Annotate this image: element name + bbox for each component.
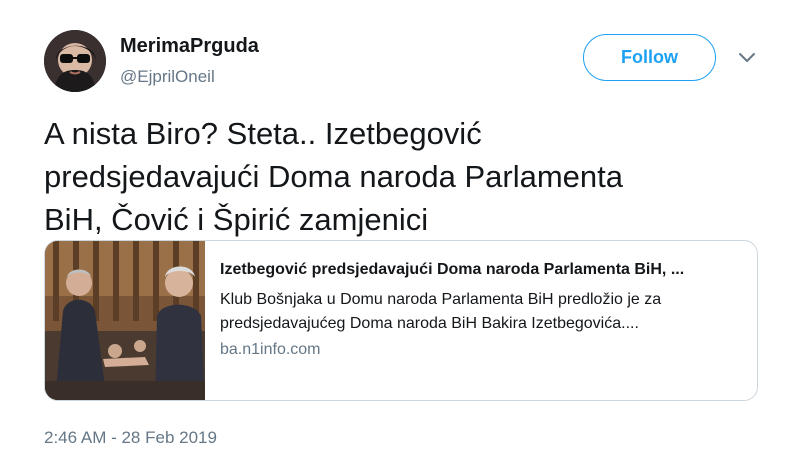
tweet-header: MerimaPrguda @EjprilOneil Follow bbox=[44, 30, 774, 92]
card-description: Klub Bošnjaka u Domu naroda Parlamenta B… bbox=[220, 291, 662, 332]
follow-button[interactable]: Follow bbox=[583, 34, 716, 81]
avatar[interactable] bbox=[44, 30, 106, 92]
card-thumbnail[interactable] bbox=[45, 241, 205, 400]
card-title[interactable]: Izetbegović predsjedavajući Doma naroda … bbox=[220, 261, 750, 279]
display-name[interactable]: MerimaPrguda bbox=[120, 35, 259, 58]
link-card[interactable]: Izetbegović predsjedavajući Doma naroda … bbox=[44, 240, 758, 401]
chevron-down-icon[interactable] bbox=[738, 52, 756, 64]
tweet-text: A nista Biro? Steta.. Izetbegović predsj… bbox=[44, 116, 623, 237]
user-handle[interactable]: @EjprilOneil bbox=[120, 67, 215, 87]
tweet-timestamp[interactable]: 2:46 AM - 28 Feb 2019 bbox=[44, 428, 217, 448]
card-domain[interactable]: ba.n1info.com bbox=[220, 341, 321, 359]
